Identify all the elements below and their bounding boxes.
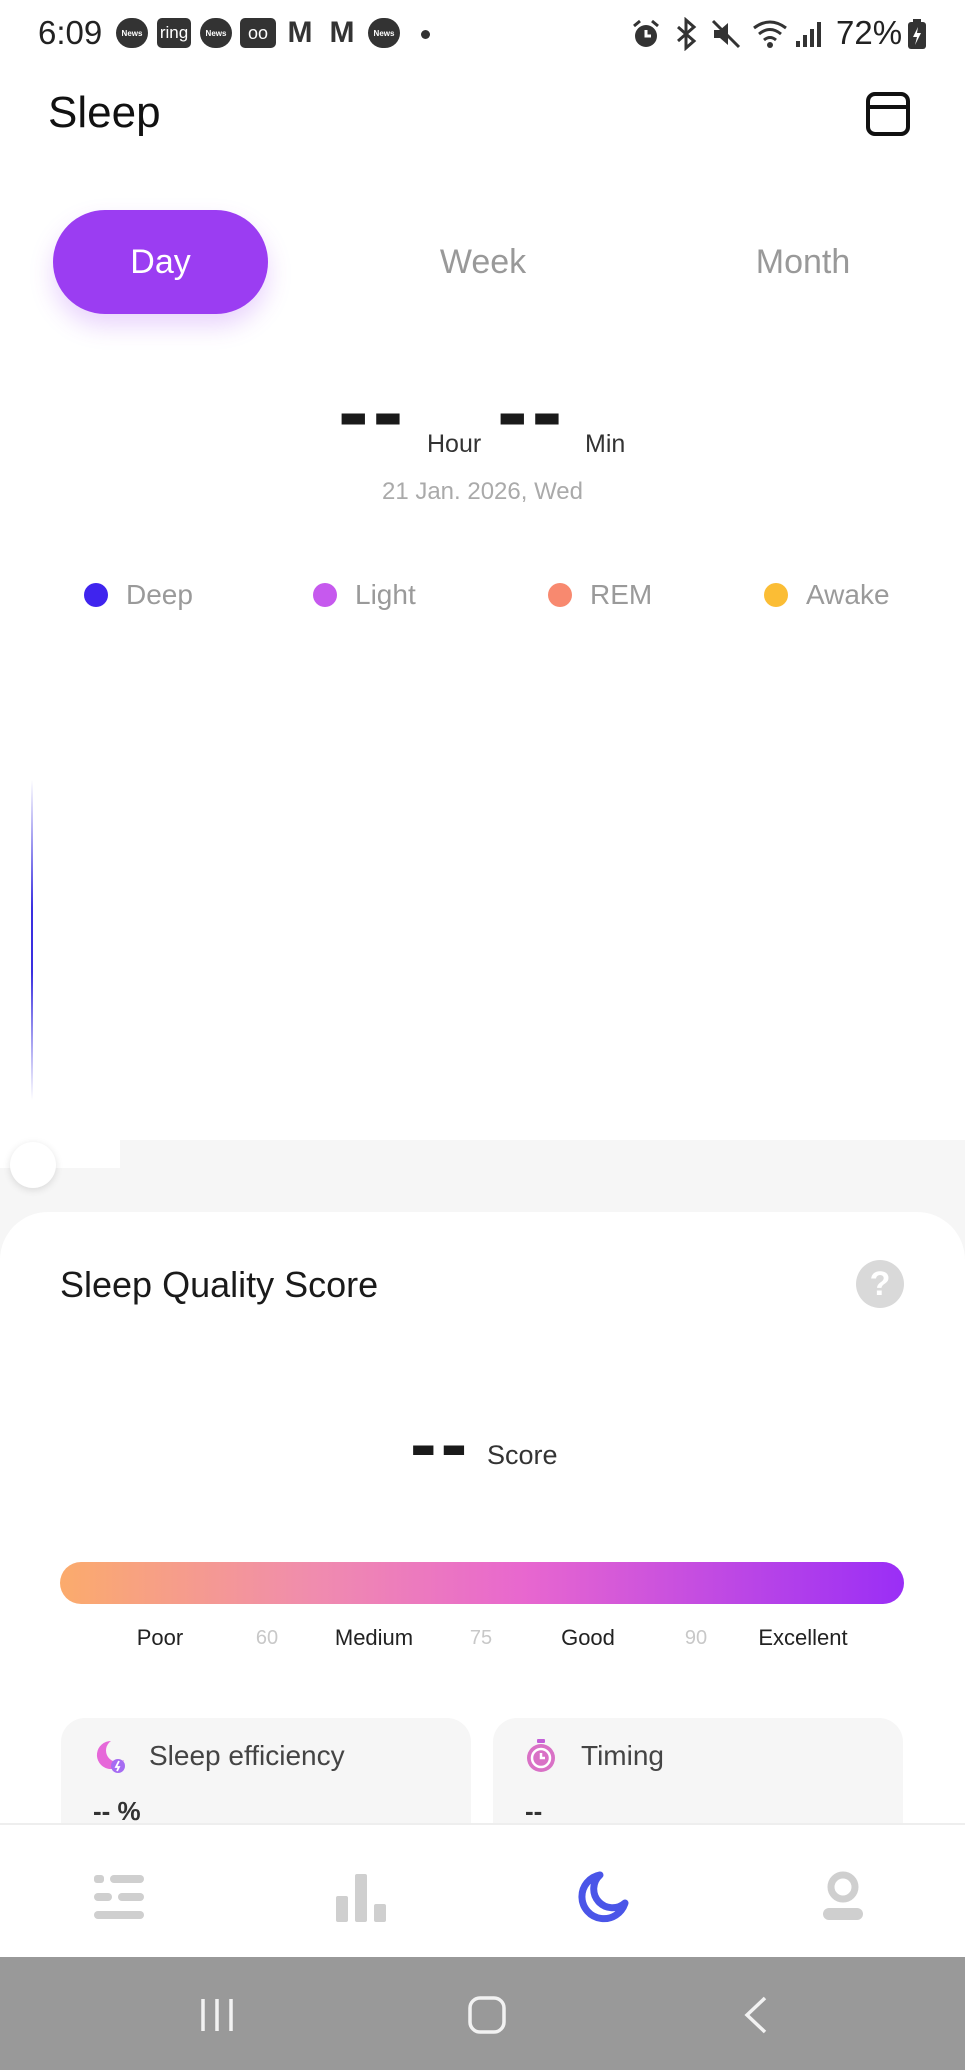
scale-label-excellent: Excellent bbox=[758, 1625, 848, 1650]
score-title: Sleep Quality Score bbox=[60, 1264, 379, 1305]
alarm-icon bbox=[630, 16, 662, 52]
list-icon bbox=[94, 1875, 144, 1919]
sleep-efficiency-label: Sleep efficiency bbox=[149, 1740, 345, 1771]
status-time: 6:09 bbox=[38, 14, 103, 51]
sleep-hours-value: -- bbox=[338, 361, 408, 463]
legend-label-awake: Awake bbox=[806, 579, 890, 610]
legend-deep: Deep bbox=[84, 578, 193, 612]
bluetooth-icon bbox=[672, 16, 700, 52]
system-nav-bar bbox=[0, 1957, 965, 2070]
hour-unit-label: Hour bbox=[427, 430, 482, 458]
bottom-nav bbox=[0, 1823, 965, 1957]
home-icon bbox=[468, 1996, 506, 2034]
ring-icon: ring bbox=[157, 18, 191, 48]
score-value: -- bbox=[410, 1399, 472, 1488]
nav-profile-button[interactable] bbox=[815, 1869, 871, 1925]
sleep-minutes-value: -- bbox=[497, 361, 567, 463]
signal-icon bbox=[794, 16, 824, 52]
legend-dot-rem bbox=[548, 583, 572, 607]
wifi-icon bbox=[752, 16, 788, 52]
scale-threshold-75: 75 bbox=[469, 1627, 493, 1649]
news-icon: News bbox=[116, 18, 148, 48]
back-icon bbox=[744, 1996, 767, 2034]
scale-label-medium: Medium bbox=[334, 1625, 414, 1650]
minute-unit-label: Min bbox=[585, 430, 626, 458]
moon-icon bbox=[578, 1871, 629, 1923]
recent-apps-icon bbox=[201, 1999, 233, 2031]
status-bar: 6:09 News ring News oo M M News 72% bbox=[0, 0, 965, 70]
page-title: Sleep bbox=[48, 88, 161, 137]
score-gradient-bar bbox=[60, 1562, 904, 1604]
legend-label-light: Light bbox=[355, 579, 416, 610]
mute-icon bbox=[710, 16, 742, 52]
bar-chart-icon bbox=[336, 1874, 386, 1922]
scale-label-good: Good bbox=[561, 1625, 615, 1650]
legend-rem: REM bbox=[548, 578, 652, 612]
legend-dot-deep bbox=[84, 583, 108, 607]
gmail-icon: M bbox=[329, 16, 355, 49]
tab-day[interactable]: Day bbox=[53, 210, 268, 314]
sleep-efficiency-icon bbox=[96, 1740, 125, 1773]
nav-stats-button[interactable] bbox=[333, 1869, 389, 1925]
chart-scrub-handle[interactable] bbox=[10, 1142, 56, 1188]
back-button[interactable] bbox=[731, 1989, 783, 2041]
battery-percent: 72% bbox=[836, 14, 903, 51]
battery-icon bbox=[906, 16, 928, 52]
tab-week[interactable]: Week bbox=[383, 210, 583, 314]
home-button[interactable] bbox=[461, 1989, 513, 2041]
news-icon: News bbox=[368, 18, 400, 48]
more-notifications-dot bbox=[421, 30, 430, 39]
chart-cursor-line bbox=[31, 780, 33, 1100]
legend-light: Light bbox=[313, 578, 416, 612]
profile-icon bbox=[823, 1871, 863, 1920]
legend-label-deep: Deep bbox=[126, 579, 193, 610]
help-icon[interactable]: ? bbox=[856, 1260, 904, 1308]
scale-threshold-60: 60 bbox=[255, 1627, 279, 1649]
nav-list-button[interactable] bbox=[91, 1869, 147, 1925]
calendar-icon[interactable] bbox=[866, 92, 910, 136]
legend-dot-light bbox=[313, 583, 337, 607]
timing-label: Timing bbox=[581, 1740, 664, 1771]
news-icon: News bbox=[200, 18, 232, 48]
scale-label-poor: Poor bbox=[136, 1625, 184, 1650]
legend-label-rem: REM bbox=[590, 579, 653, 610]
scale-threshold-90: 90 bbox=[684, 1627, 708, 1649]
legend-awake: Awake bbox=[764, 578, 890, 612]
score-unit-label: Score bbox=[487, 1440, 558, 1470]
tab-month[interactable]: Month bbox=[703, 210, 903, 314]
stopwatch-icon bbox=[527, 1739, 555, 1772]
sleep-date: 21 Jan. 2026, Wed bbox=[381, 478, 584, 505]
recent-apps-button[interactable] bbox=[191, 1989, 243, 2041]
voicemail-icon: oo bbox=[240, 18, 276, 48]
nav-sleep-button[interactable] bbox=[574, 1869, 630, 1925]
legend-dot-awake bbox=[764, 583, 788, 607]
gmail-icon: M bbox=[287, 16, 313, 49]
